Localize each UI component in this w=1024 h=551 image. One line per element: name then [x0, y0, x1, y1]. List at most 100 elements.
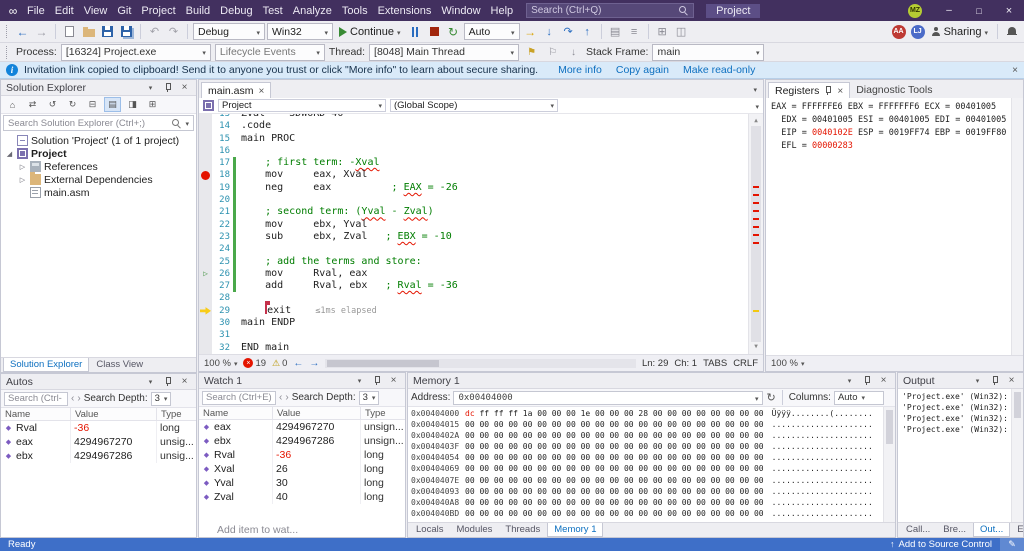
document-tab-main-asm[interactable]: main.asm [201, 82, 271, 98]
column-value[interactable]: Value [273, 407, 361, 419]
lifecycle-events-dropdown[interactable]: Lifecycle Events [215, 44, 325, 61]
watch-search-box[interactable]: Search (Ctrl+E) [202, 391, 276, 405]
break-all-icon[interactable] [407, 23, 424, 41]
minimize-button[interactable] [934, 0, 964, 21]
feedback-pen-icon[interactable] [1000, 538, 1024, 551]
preview-selected-items-icon[interactable]: ⊞ [144, 97, 161, 112]
zoom-value[interactable]: 100 % [771, 358, 798, 369]
scrollbar-thumb[interactable] [886, 410, 893, 444]
pin-icon[interactable] [824, 85, 832, 96]
navigate-forward-icon[interactable] [33, 23, 50, 41]
memory-row-10[interactable]: 0x004040BD00 00 00 00 00 00 00 00 00 00 … [411, 508, 881, 519]
columns-dropdown[interactable]: Auto [834, 391, 884, 405]
tab-registers[interactable]: Registers [768, 82, 850, 98]
variable-row-eax[interactable]: ◆eax4294967270unsig... [1, 435, 196, 449]
home-icon[interactable]: ⌂ [4, 97, 21, 112]
save-icon[interactable] [99, 23, 116, 41]
registers-content[interactable]: EAX = FFFFFFE6 EBX = FFFFFFF6 ECX = 0040… [766, 98, 1023, 355]
variable-row-ebx[interactable]: ◆ebx4294967286unsig... [1, 449, 196, 463]
scrollbar-thumb[interactable] [1014, 392, 1021, 418]
document-list-chevron-icon[interactable] [753, 83, 757, 95]
column-name[interactable]: Name [199, 407, 273, 419]
menu-debug[interactable]: Debug [215, 3, 257, 19]
close-icon[interactable] [178, 375, 191, 388]
column-type[interactable]: Type [361, 407, 405, 419]
menu-tools[interactable]: Tools [337, 3, 373, 19]
show-all-files-icon[interactable]: ▤ [104, 97, 121, 112]
add-to-source-control-button[interactable]: Add to Source Control [882, 538, 1000, 551]
autos-search-box[interactable]: Search (Ctrl- [4, 392, 68, 406]
output-tab-exc[interactable]: Exc... [1011, 523, 1024, 537]
restart-icon[interactable] [445, 23, 462, 41]
close-tab-icon[interactable] [259, 85, 265, 97]
explorer-tab-class-view[interactable]: Class View [90, 358, 149, 372]
sync-with-active-document-icon[interactable]: ↺ [44, 97, 61, 112]
search-depth-dropdown[interactable]: 3 [151, 392, 172, 406]
window-position-icon[interactable] [843, 374, 856, 387]
error-count-badge[interactable]: 19 [243, 358, 266, 369]
tab-diagnostic-tools[interactable]: Diagnostic Tools [850, 82, 938, 98]
address-combo[interactable]: 0x00404000 [453, 391, 763, 405]
tree-item-solution-project-1-of-1-project[interactable]: Solution 'Project' (1 of 1 project) [1, 134, 196, 147]
variable-row-ebx[interactable]: ◆ebx4294967286unsign... [199, 434, 405, 448]
window-position-icon[interactable] [971, 374, 984, 387]
search-next-icon[interactable] [77, 393, 80, 404]
variable-row-rval[interactable]: ◆Rval-36long [199, 448, 405, 462]
close-icon[interactable] [387, 374, 400, 387]
close-icon[interactable] [877, 374, 890, 387]
live-share-sharing-button[interactable]: Sharing [927, 23, 992, 41]
menu-build[interactable]: Build [181, 3, 215, 19]
add-watch-item-row[interactable]: Add item to wat... [199, 523, 405, 537]
next-issue-icon[interactable] [309, 358, 319, 369]
expander-icon[interactable]: ▷ [18, 176, 27, 184]
variable-row-yval[interactable]: ◆Yval30long [199, 476, 405, 490]
code-editor[interactable]: 13Zval SDWORD 4014.code15main PROC1617 ;… [199, 114, 763, 354]
debug-tab-memory-1[interactable]: Memory 1 [547, 523, 603, 537]
line-options-icon[interactable] [626, 23, 643, 41]
toolbar-grip[interactable] [6, 25, 10, 38]
memory-row-8[interactable]: 0x0040409300 00 00 00 00 00 00 00 00 00 … [411, 486, 881, 497]
document-outline-icon[interactable] [607, 23, 624, 41]
pin-icon[interactable] [161, 375, 174, 388]
redo-icon[interactable] [165, 23, 182, 41]
notifications-bell-icon[interactable] [1003, 23, 1020, 41]
memory-row-1[interactable]: 0x00404000dc ff ff ff 1a 00 00 00 1e 00 … [411, 408, 881, 419]
output-tab-bre[interactable]: Bre... [937, 523, 972, 537]
column-name[interactable]: Name [1, 408, 71, 420]
participant-avatar-aa[interactable]: AA [892, 25, 906, 39]
stop-debugging-icon[interactable] [426, 23, 443, 41]
breakpoint-icon[interactable] [199, 169, 212, 181]
column-type[interactable]: Type [157, 408, 196, 420]
menu-view[interactable]: View [79, 3, 113, 19]
configuration-dropdown[interactable]: Debug [193, 23, 265, 40]
expander-icon[interactable]: ◢ [5, 150, 14, 158]
step-into-icon[interactable] [541, 23, 558, 41]
explorer-tab-solution-explorer[interactable]: Solution Explorer [3, 358, 89, 372]
quick-search-box[interactable]: Search (Ctrl+Q) [526, 3, 694, 18]
menu-test[interactable]: Test [258, 3, 288, 19]
editor-vertical-scrollbar[interactable]: ▲ ▼ [748, 114, 763, 354]
tree-item-main-asm[interactable]: main.asm [1, 186, 196, 199]
close-button[interactable] [994, 0, 1024, 21]
properties-icon[interactable]: ◨ [124, 97, 141, 112]
account-avatar[interactable]: MZ [908, 4, 922, 18]
menu-file[interactable]: File [22, 3, 50, 19]
toolbar-grip[interactable] [6, 46, 10, 59]
menu-git[interactable]: Git [112, 3, 136, 19]
navbar-chevron-icon[interactable] [755, 100, 759, 112]
refresh-icon[interactable] [766, 391, 775, 404]
collapse-all-icon[interactable]: ⊟ [84, 97, 101, 112]
search-next-icon[interactable] [285, 392, 288, 403]
step-over-icon[interactable] [560, 23, 577, 41]
output-content[interactable]: 'Project.exe' (Win32):'Project.exe' (Win… [898, 389, 1023, 522]
command-window-icon[interactable] [673, 23, 690, 41]
continue-button[interactable]: Continue [335, 23, 405, 41]
scope-dropdown[interactable]: (Global Scope) [390, 99, 558, 112]
platform-dropdown[interactable]: Win32 [267, 23, 333, 40]
infobar-link-copy-again[interactable]: Copy again [616, 64, 669, 76]
navigate-back-icon[interactable] [14, 23, 31, 41]
output-scrollbar[interactable] [1011, 389, 1023, 522]
menu-help[interactable]: Help [486, 3, 519, 19]
process-dropdown[interactable]: [16324] Project.exe [61, 44, 211, 61]
window-position-icon[interactable] [144, 81, 157, 94]
